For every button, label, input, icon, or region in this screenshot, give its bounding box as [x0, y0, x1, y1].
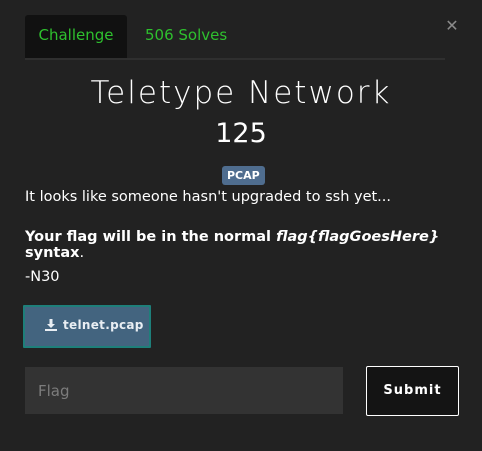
flag-format-line: Your flag will be in the normal flag{fla… [25, 229, 465, 261]
download-file-button[interactable]: telnet.pcap [23, 305, 151, 348]
description-line: It looks like someone hasn't upgraded to… [25, 189, 392, 205]
flag-format-suffix: syntax [25, 245, 80, 261]
challenge-title: Teletype Network [90, 75, 392, 111]
challenge-modal: Challenge 506 Solves ✕ Teletype Network … [0, 0, 482, 451]
submit-button[interactable]: Submit [366, 366, 459, 416]
flag-format-period: . [79, 245, 85, 261]
category-tag: PCAP [222, 166, 265, 185]
flag-format-example: flag{flagGoesHere} [276, 229, 440, 245]
tab-solves[interactable]: 506 Solves [145, 15, 227, 58]
file-name: telnet.pcap [63, 318, 144, 332]
author-line: -N30 [25, 269, 60, 285]
challenge-points: 125 [215, 118, 267, 149]
close-icon[interactable]: ✕ [443, 17, 461, 35]
flag-input[interactable] [25, 367, 343, 414]
tab-challenge[interactable]: Challenge [25, 15, 127, 58]
flag-format-prefix: Your flag will be in the normal [25, 229, 277, 245]
tab-bar: Challenge 506 Solves [25, 15, 445, 60]
download-icon [45, 319, 57, 331]
